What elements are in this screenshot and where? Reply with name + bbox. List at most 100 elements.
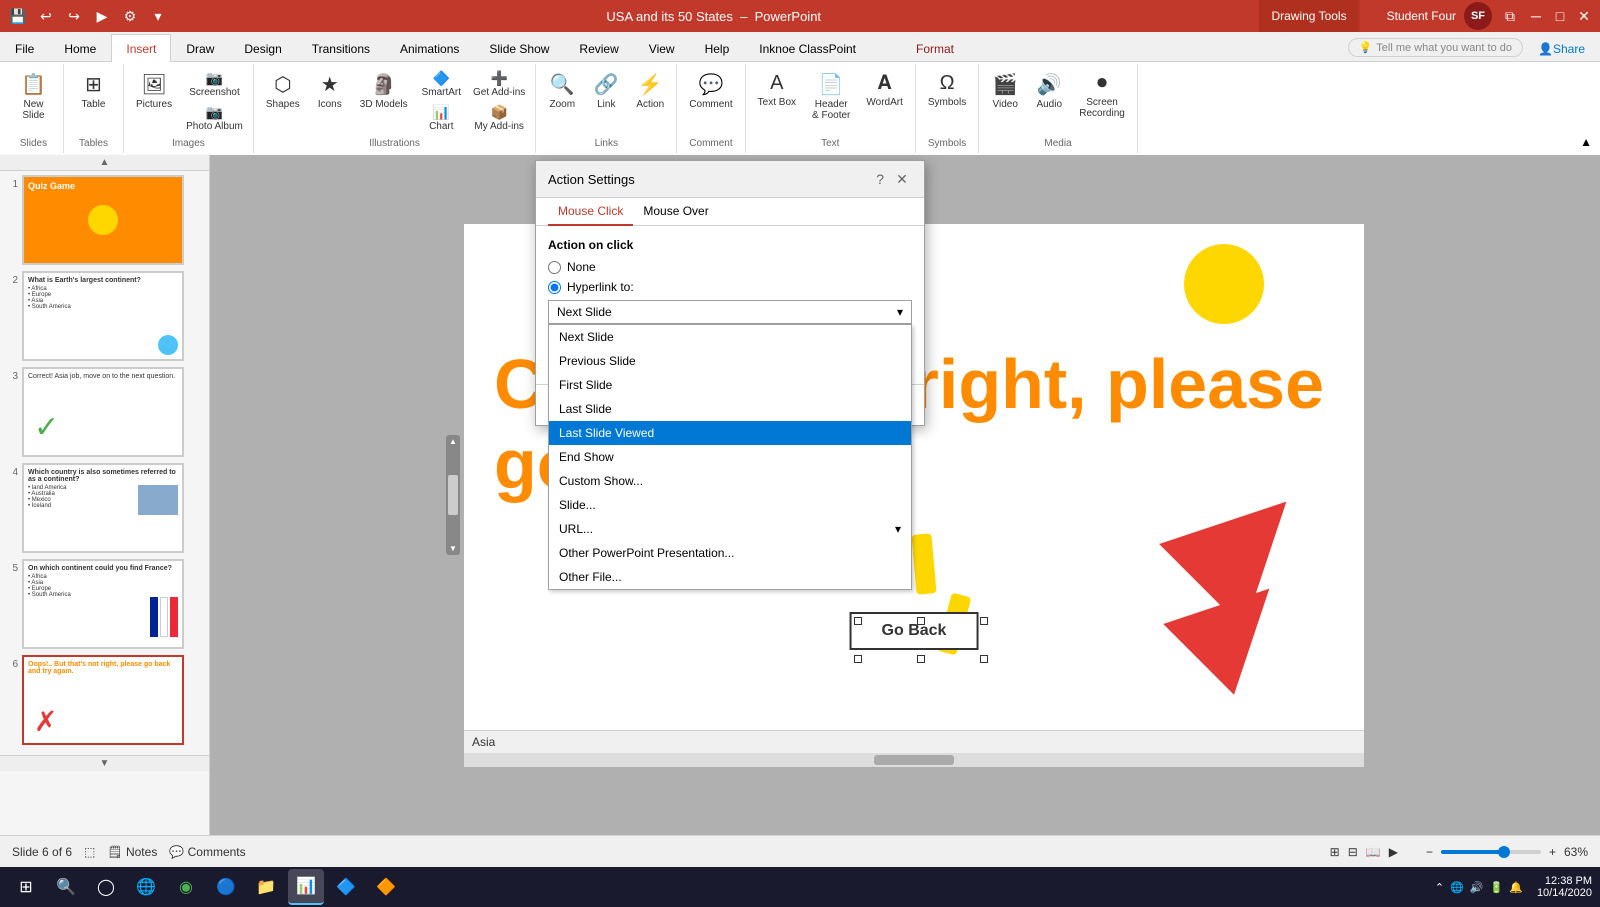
slide-thumb-5[interactable]: 5 On which continent could you find Fran… (4, 559, 205, 649)
photo-album-button[interactable]: 📷 Photo Album (182, 102, 247, 134)
volume-icon[interactable]: 🔊 (1470, 881, 1484, 894)
tab-animations[interactable]: Animations (385, 34, 474, 62)
dropdown-item-end-show[interactable]: End Show (549, 445, 911, 469)
hyperlink-radio[interactable] (548, 281, 561, 294)
tab-classpoint[interactable]: Inknoe ClassPoint (744, 34, 871, 62)
screenshot-button[interactable]: 📷 Screenshot (182, 68, 247, 100)
reading-view-button[interactable]: 📖 (1366, 845, 1381, 859)
dialog-tab-mouse-click[interactable]: Mouse Click (548, 198, 633, 226)
comments-button[interactable]: 💬 Comments (169, 845, 245, 859)
slideshow-button[interactable]: ▶ (1389, 845, 1398, 859)
tab-format[interactable]: Format (901, 34, 969, 62)
dialog-help-button[interactable]: ? (876, 171, 884, 187)
dropdown-item-last-slide[interactable]: Last Slide (549, 397, 911, 421)
slide-thumb-2[interactable]: 2 What is Earth's largest continent? • A… (4, 271, 205, 361)
dropdown-item-next-slide[interactable]: Next Slide (549, 325, 911, 349)
dialog-tab-mouse-over[interactable]: Mouse Over (633, 198, 718, 226)
vertical-scrollbar[interactable]: ▲ ▼ (446, 435, 460, 555)
icons-button[interactable]: ★ Icons (310, 68, 350, 114)
dialog-body: Action on click None Hyperlink to: Next … (536, 226, 924, 384)
video-button[interactable]: 🎬 Video (985, 68, 1025, 114)
tab-file[interactable]: File (0, 34, 49, 62)
new-slide-button[interactable]: 📋 New Slide (14, 68, 54, 125)
screen-recording-button[interactable]: ⏺ Screen Recording (1073, 68, 1131, 123)
slide-thumb-1[interactable]: 1 Quiz Game (4, 175, 205, 265)
addins-icon: ➕ (490, 70, 507, 87)
save-icon[interactable]: 💾 (8, 6, 28, 26)
normal-view-button[interactable]: ⊞ (1330, 845, 1340, 859)
my-addins-button[interactable]: 📦 My Add-ins (469, 102, 529, 134)
tab-home[interactable]: Home (49, 34, 111, 62)
slide-thumb-4[interactable]: 4 Which country is also sometimes referr… (4, 463, 205, 553)
dropdown-item-slide[interactable]: Slide... (549, 493, 911, 517)
tab-draw[interactable]: Draw (171, 34, 229, 62)
slide-thumb-3[interactable]: 3 Correct! Asia job, move on to the next… (4, 367, 205, 457)
minimize-button[interactable]: ─ (1528, 8, 1544, 24)
notes-button[interactable]: 🗒 Notes (107, 845, 157, 859)
audio-icon: 🔊 (1037, 72, 1062, 97)
dropdown-item-other-file[interactable]: Other File... (549, 565, 911, 589)
drawing-tools: Drawing Tools (1259, 0, 1358, 32)
present-icon[interactable]: ▶ (92, 6, 112, 26)
dropdown-icon[interactable]: ▾ (148, 6, 168, 26)
close-button[interactable]: ✕ (1576, 8, 1592, 24)
network-icon[interactable]: 🌐 (1450, 881, 1464, 894)
get-addins-button[interactable]: ➕ Get Add-ins (469, 68, 529, 100)
table-button[interactable]: ⊞ Table (74, 68, 114, 114)
dropdown-item-previous-slide[interactable]: Previous Slide (549, 349, 911, 373)
textbox-button[interactable]: A Text Box (752, 68, 802, 112)
dropdown-item-custom-show[interactable]: Custom Show... (549, 469, 911, 493)
tab-review[interactable]: Review (564, 34, 633, 62)
maximize-button[interactable]: □ (1552, 8, 1568, 24)
share-button[interactable]: 👤 Share (1523, 34, 1600, 62)
slide-sorter-button[interactable]: ⊟ (1348, 845, 1358, 859)
comment-button[interactable]: 💬 Comment (683, 68, 738, 114)
slides-scroll-up[interactable]: ▲ (0, 155, 209, 171)
symbols-button[interactable]: Ω Symbols (922, 68, 972, 112)
header-footer-button[interactable]: 📄 Header & Footer (806, 68, 856, 125)
tab-help[interactable]: Help (690, 34, 745, 62)
chart-button[interactable]: 📊 Chart (418, 102, 465, 134)
smartart-button[interactable]: 🔷 SmartArt (418, 68, 465, 100)
collapse-ribbon-button[interactable]: ▲ (1576, 131, 1596, 153)
shapes-button[interactable]: ⬡ Shapes (260, 68, 306, 114)
none-radio[interactable] (548, 261, 561, 274)
ribbon-group-text: A Text Box 📄 Header & Footer 𝐀 WordArt T… (746, 64, 916, 153)
dropdown-item-first-slide[interactable]: First Slide (549, 373, 911, 397)
zoom-slider[interactable] (1441, 850, 1541, 854)
tab-transitions[interactable]: Transitions (297, 34, 385, 62)
battery-icon[interactable]: 🔋 (1490, 881, 1504, 894)
dropdown-item-last-viewed[interactable]: Last Slide Viewed (549, 421, 911, 445)
hyperlink-dropdown[interactable]: Next Slide ▾ (548, 300, 912, 324)
chevron-icon[interactable]: ⌃ (1435, 881, 1444, 894)
zoom-level: 63% (1564, 845, 1588, 859)
dropdown-item-url[interactable]: URL... ▾ (549, 517, 911, 541)
fit-icon[interactable]: ⬚ (84, 845, 95, 859)
dropdown-item-other-ppt[interactable]: Other PowerPoint Presentation... (549, 541, 911, 565)
hyperlink-dropdown-wrapper: Next Slide ▾ Next Slide Previous Slide F… (548, 300, 912, 324)
dialog-close-button[interactable]: ✕ (892, 169, 912, 189)
tab-view[interactable]: View (634, 34, 690, 62)
audio-button[interactable]: 🔊 Audio (1029, 68, 1069, 114)
video-icon: 🎬 (993, 72, 1018, 97)
pictures-button[interactable]: 🖼 Pictures (130, 68, 178, 114)
action-settings-dialog[interactable]: Action Settings ? ✕ Mouse Click Mouse Ov… (535, 160, 925, 426)
link-button[interactable]: 🔗 Link (586, 68, 626, 114)
horizontal-scrollbar[interactable] (464, 753, 1364, 767)
redo-icon[interactable]: ↪ (64, 6, 84, 26)
window-icon[interactable]: ⧉ (1500, 6, 1520, 26)
tell-me-input[interactable]: 💡 Tell me what you want to do (1348, 38, 1523, 57)
slides-scroll-down[interactable]: ▼ (0, 755, 209, 771)
notification-icon[interactable]: 🔔 (1509, 881, 1523, 894)
undo-icon[interactable]: ↩ (36, 6, 56, 26)
tab-insert[interactable]: Insert (111, 34, 171, 62)
wordart-button[interactable]: 𝐀 WordArt (860, 68, 909, 112)
3d-models-button[interactable]: 🗿 3D Models (354, 68, 414, 114)
table-icon: ⊞ (85, 72, 102, 97)
action-button[interactable]: ⚡ Action (630, 68, 670, 114)
slide-thumb-6[interactable]: 6 Oops!.. But that's not right, please g… (4, 655, 205, 745)
tab-slideshow[interactable]: Slide Show (474, 34, 564, 62)
settings-icon[interactable]: ⚙ (120, 6, 140, 26)
tab-design[interactable]: Design (229, 34, 296, 62)
zoom-button[interactable]: 🔍 Zoom (542, 68, 582, 114)
